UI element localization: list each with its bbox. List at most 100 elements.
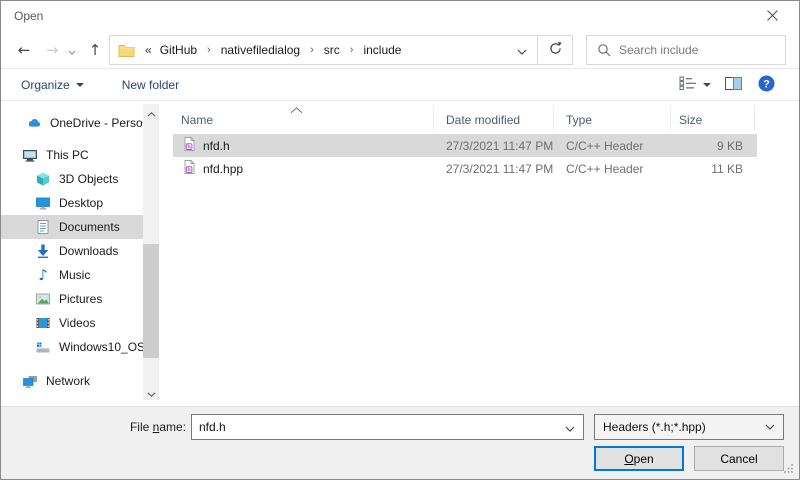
sidebar-item-label: This PC bbox=[46, 148, 89, 162]
desktop-icon bbox=[35, 195, 51, 211]
back-arrow-icon: ← bbox=[18, 41, 31, 59]
videos-icon bbox=[35, 315, 51, 331]
file-name-text: nfd.h bbox=[203, 139, 230, 153]
sidebar-item-music[interactable]: ♪ Music bbox=[1, 263, 143, 287]
chevron-down-icon bbox=[757, 415, 783, 439]
folder-icon bbox=[118, 43, 135, 57]
dialog-content: OneDrive - Person This PC 3D Objects Des… bbox=[1, 101, 799, 406]
organize-label: Organize bbox=[21, 78, 70, 92]
column-header-label: Date modified bbox=[446, 113, 520, 127]
breadcrumb-separator-icon: › bbox=[201, 44, 217, 56]
svg-text:h: h bbox=[187, 167, 191, 173]
music-note-icon: ♪ bbox=[35, 267, 51, 283]
new-folder-button[interactable]: New folder bbox=[122, 78, 179, 92]
up-arrow-icon: ↑ bbox=[89, 41, 102, 59]
sidebar-item-windows10-os[interactable]: Windows10_OS ( bbox=[1, 335, 143, 359]
preview-pane-button[interactable] bbox=[725, 72, 742, 98]
column-header-type[interactable]: Type bbox=[554, 105, 671, 131]
address-dropdown-button[interactable] bbox=[507, 36, 537, 64]
column-header-date-modified[interactable]: Date modified bbox=[434, 105, 554, 131]
sidebar-item-pictures[interactable]: Pictures bbox=[1, 287, 143, 311]
details-view-icon bbox=[679, 76, 698, 93]
up-button[interactable]: ↑ bbox=[83, 37, 107, 63]
svg-text:h: h bbox=[187, 144, 191, 150]
help-button[interactable]: ? bbox=[758, 72, 775, 98]
sidebar-item-label: Pictures bbox=[59, 292, 102, 306]
search-input[interactable] bbox=[619, 43, 785, 57]
refresh-button[interactable] bbox=[538, 36, 572, 64]
file-name-cell: h nfd.h bbox=[173, 136, 434, 155]
sidebar-item-label: OneDrive - Person bbox=[50, 116, 143, 130]
file-size-cell: 11 KB bbox=[671, 162, 755, 176]
sidebar-item-documents[interactable]: Documents bbox=[1, 215, 143, 239]
organize-button[interactable]: Organize bbox=[21, 78, 84, 92]
dialog-footer: File name: Headers (*.h;*.hpp) Open Canc… bbox=[1, 406, 799, 480]
change-view-button[interactable] bbox=[679, 72, 711, 98]
file-type-cell: C/C++ Header bbox=[554, 139, 671, 153]
sidebar-item-label: Desktop bbox=[59, 196, 103, 210]
help-icon: ? bbox=[758, 75, 775, 95]
chevron-down-icon bbox=[68, 41, 76, 59]
chevron-up-icon bbox=[147, 105, 156, 120]
computer-icon bbox=[22, 147, 38, 163]
file-name-dropdown-button[interactable] bbox=[557, 415, 583, 439]
scroll-down-button[interactable] bbox=[143, 384, 159, 400]
file-type-cell: C/C++ Header bbox=[554, 162, 671, 176]
scrollbar-thumb[interactable] bbox=[143, 244, 159, 358]
open-button[interactable]: Open bbox=[594, 446, 684, 471]
sidebar-item-3d-objects[interactable]: 3D Objects bbox=[1, 167, 143, 191]
file-name-text: nfd.hpp bbox=[203, 162, 243, 176]
file-type-value: Headers (*.h;*.hpp) bbox=[595, 420, 757, 434]
forward-button[interactable]: → bbox=[39, 37, 65, 63]
window-title: Open bbox=[14, 1, 43, 31]
sidebar-item-label: Windows10_OS ( bbox=[59, 340, 143, 354]
scroll-up-button[interactable] bbox=[143, 104, 159, 120]
hard-drive-icon bbox=[35, 339, 51, 355]
forward-arrow-icon: → bbox=[46, 41, 59, 59]
column-header-size[interactable]: Size bbox=[671, 105, 755, 131]
breadcrumb-item-github[interactable]: GitHub bbox=[156, 43, 201, 57]
sidebar-scrollbar[interactable] bbox=[143, 104, 159, 400]
back-button[interactable]: ← bbox=[11, 37, 37, 63]
file-row-nfd-hpp[interactable]: h nfd.hpp 27/3/2021 11:47 PM C/C++ Heade… bbox=[173, 157, 757, 180]
pictures-icon bbox=[35, 291, 51, 307]
navigation-sidebar: OneDrive - Person This PC 3D Objects Des… bbox=[1, 101, 143, 406]
column-header-label: Name bbox=[181, 113, 213, 127]
breadcrumb-separator-icon: › bbox=[344, 44, 360, 56]
address-bar[interactable]: « GitHub › nativefiledialog › src › incl… bbox=[109, 35, 573, 65]
sidebar-item-downloads[interactable]: Downloads bbox=[1, 239, 143, 263]
search-icon bbox=[597, 43, 611, 57]
sidebar-item-label: Network bbox=[46, 374, 90, 388]
sidebar-item-onedrive[interactable]: OneDrive - Person bbox=[1, 111, 143, 135]
close-button[interactable] bbox=[755, 1, 789, 31]
file-name-input[interactable] bbox=[192, 420, 557, 434]
breadcrumb-overflow[interactable]: « bbox=[141, 43, 156, 57]
breadcrumb-item-include[interactable]: include bbox=[359, 43, 405, 57]
svg-text:?: ? bbox=[763, 78, 770, 90]
sidebar-item-network[interactable]: Network bbox=[1, 369, 143, 393]
caret-down-icon bbox=[703, 83, 711, 87]
column-header-name[interactable]: Name bbox=[173, 105, 434, 131]
resize-grip[interactable] bbox=[783, 463, 794, 477]
header-file-icon: h bbox=[181, 159, 197, 178]
cancel-button[interactable]: Cancel bbox=[694, 446, 784, 471]
recent-locations-button[interactable] bbox=[64, 37, 80, 63]
file-size-cell: 9 KB bbox=[671, 139, 755, 153]
close-icon bbox=[767, 9, 778, 24]
title-bar: Open bbox=[1, 1, 799, 31]
onedrive-cloud-icon bbox=[26, 115, 42, 131]
chevron-down-icon bbox=[517, 43, 527, 58]
sidebar-item-videos[interactable]: Videos bbox=[1, 311, 143, 335]
network-icon bbox=[22, 373, 38, 389]
file-type-select[interactable]: Headers (*.h;*.hpp) bbox=[594, 414, 784, 440]
sidebar-item-desktop[interactable]: Desktop bbox=[1, 191, 143, 215]
breadcrumb-item-src[interactable]: src bbox=[320, 43, 344, 57]
sidebar-item-label: 3D Objects bbox=[59, 172, 118, 186]
chevron-down-icon bbox=[565, 420, 575, 435]
sidebar-item-this-pc[interactable]: This PC bbox=[1, 143, 143, 167]
column-headers: Name Date modified Type Size bbox=[173, 105, 755, 131]
caret-down-icon bbox=[76, 83, 84, 87]
file-row-nfd-h[interactable]: h nfd.h 27/3/2021 11:47 PM C/C++ Header … bbox=[173, 134, 757, 157]
breadcrumb-item-nativefiledialog[interactable]: nativefiledialog bbox=[217, 43, 304, 57]
file-list: Name Date modified Type Size h bbox=[173, 101, 799, 406]
